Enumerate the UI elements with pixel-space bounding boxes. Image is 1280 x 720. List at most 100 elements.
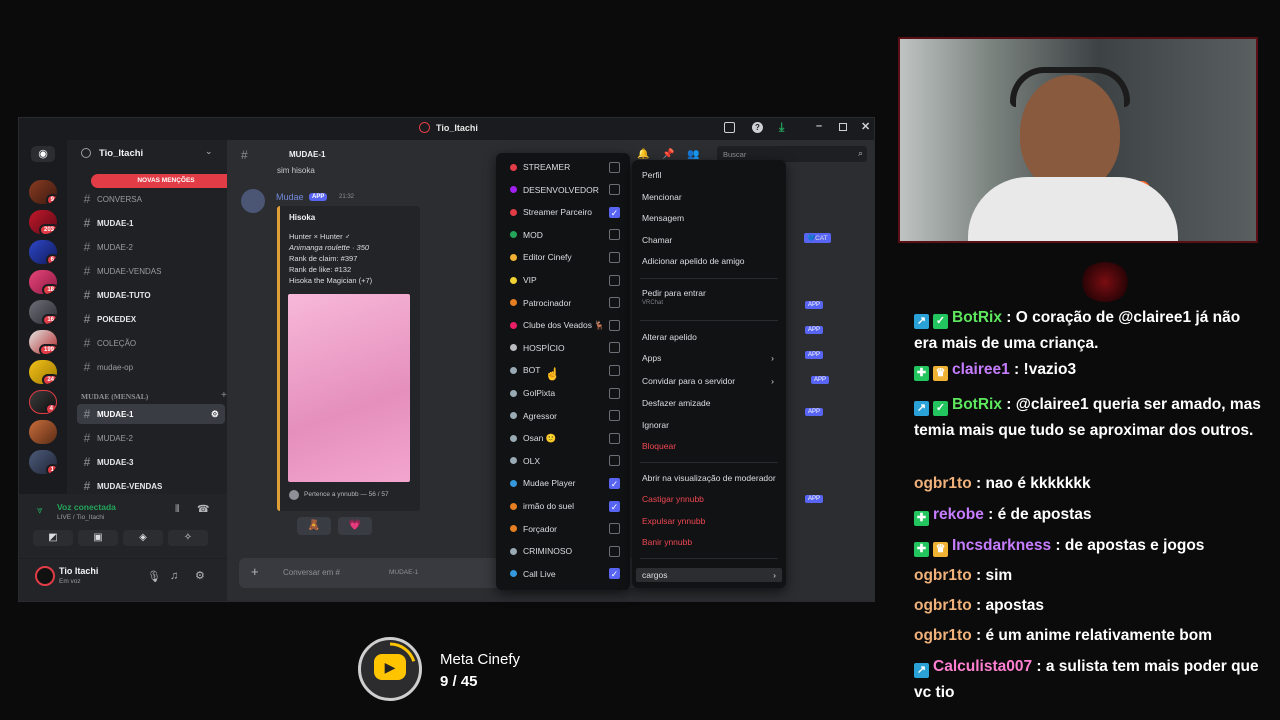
role-item[interactable]: Clube dos Veados 🦌 bbox=[510, 316, 622, 334]
guild-icon[interactable]: 18 bbox=[29, 270, 57, 294]
activity-icon[interactable]: ◈ bbox=[123, 530, 163, 546]
add-attachment-icon[interactable]: + bbox=[251, 564, 259, 579]
role-checkbox[interactable] bbox=[609, 184, 620, 196]
message-author[interactable]: Mudae bbox=[276, 192, 304, 202]
download-icon[interactable]: ⤓ bbox=[779, 120, 784, 135]
role-item[interactable]: Osan 🙂 bbox=[510, 429, 622, 447]
menu-item-change-nickname[interactable]: Alterar apelido bbox=[642, 332, 778, 342]
role-checkbox[interactable] bbox=[609, 432, 620, 444]
channel-item[interactable]: # CONVERSA bbox=[77, 189, 225, 209]
channel-item[interactable]: # MUDAE-2 bbox=[77, 428, 225, 448]
role-checkbox[interactable] bbox=[609, 523, 620, 535]
role-checkbox[interactable] bbox=[609, 387, 620, 399]
menu-item-unfriend[interactable]: Desfazer amizade bbox=[642, 398, 778, 408]
discord-home-icon[interactable]: ◉ bbox=[31, 146, 55, 162]
menu-item-ban[interactable]: Banir ynnubb bbox=[642, 537, 778, 547]
chat-username[interactable]: Incsdarkness bbox=[952, 537, 1051, 554]
chat-username[interactable]: ogbr1to bbox=[914, 567, 972, 584]
menu-item-mention[interactable]: Mencionar bbox=[642, 192, 778, 202]
chat-username[interactable]: rekobe bbox=[933, 506, 984, 523]
role-checkbox[interactable]: ✓ bbox=[609, 500, 620, 512]
microphone-icon[interactable]: 🎙 bbox=[147, 570, 161, 583]
guild-icon[interactable]: 1 bbox=[29, 450, 57, 474]
close-icon[interactable]: ✕ bbox=[861, 120, 870, 133]
role-item[interactable]: OLX bbox=[510, 452, 622, 470]
role-checkbox[interactable] bbox=[609, 545, 620, 557]
minimize-icon[interactable]: – bbox=[816, 120, 822, 132]
role-checkbox[interactable] bbox=[609, 161, 620, 173]
role-item[interactable]: Streamer Parceiro ✓ bbox=[510, 203, 622, 221]
menu-item-block[interactable]: Bloquear bbox=[642, 441, 778, 451]
role-item[interactable]: Call Live ✓ bbox=[510, 565, 622, 583]
channel-item[interactable]: # mudae-op bbox=[77, 357, 225, 377]
role-checkbox[interactable] bbox=[609, 297, 620, 309]
menu-item-invite[interactable]: Convidar para o servidor › bbox=[642, 376, 778, 386]
role-checkbox[interactable] bbox=[609, 319, 620, 331]
channel-item[interactable]: # MUDAE-VENDAS bbox=[77, 476, 225, 496]
headphones-icon[interactable]: ♫ bbox=[170, 570, 178, 582]
role-item[interactable]: irmão do suel ✓ bbox=[510, 497, 622, 515]
role-checkbox[interactable] bbox=[609, 410, 620, 422]
camera-icon[interactable]: ◩ bbox=[33, 530, 73, 546]
menu-item-kick[interactable]: Expulsar ynnubb bbox=[642, 516, 778, 526]
guild-icon[interactable]: 203 bbox=[29, 210, 57, 234]
channel-item[interactable]: # COLEÇÃO bbox=[77, 333, 225, 353]
avatar[interactable] bbox=[241, 189, 265, 213]
role-item[interactable]: GolPixta bbox=[510, 384, 622, 402]
menu-item-roles[interactable]: cargos › bbox=[636, 568, 782, 582]
help-icon[interactable]: ? bbox=[752, 122, 763, 133]
guild-icon[interactable]: 4 bbox=[29, 390, 57, 414]
reaction-button[interactable]: 🧸 bbox=[297, 517, 331, 535]
channel-item[interactable]: # MUDAE-3 bbox=[77, 452, 225, 472]
role-item[interactable]: Patrocinador bbox=[510, 294, 622, 312]
notification-bell-icon[interactable]: 🔔 bbox=[637, 149, 649, 160]
guild-icon[interactable]: 6 bbox=[29, 240, 57, 264]
maximize-icon[interactable] bbox=[839, 123, 847, 131]
noise-suppression-icon[interactable]: ⦀ bbox=[175, 504, 179, 515]
channel-item[interactable]: # MUDAE-2 bbox=[77, 237, 225, 257]
role-item[interactable]: Mudae Player ✓ bbox=[510, 474, 622, 492]
role-checkbox[interactable] bbox=[609, 342, 620, 354]
role-checkbox[interactable] bbox=[609, 274, 620, 286]
role-checkbox[interactable] bbox=[609, 229, 620, 241]
menu-item-timeout[interactable]: Castigar ynnubb bbox=[642, 494, 778, 504]
chat-username[interactable]: BotRix bbox=[952, 396, 1002, 413]
menu-item-apps[interactable]: Apps › bbox=[642, 353, 778, 363]
guild-icon[interactable]: 199 bbox=[29, 330, 57, 354]
role-item[interactable]: CRIMINOSO bbox=[510, 542, 622, 560]
server-name[interactable]: Tio_Itachi bbox=[99, 148, 143, 159]
menu-item-profile[interactable]: Perfil bbox=[642, 170, 778, 180]
screen-share-icon[interactable]: ▣ bbox=[78, 530, 118, 546]
guild-icon[interactable]: 16 bbox=[29, 300, 57, 324]
category-header[interactable]: MUDAE (MENSAL) bbox=[81, 392, 148, 401]
guild-icon[interactable]: 9 bbox=[29, 180, 57, 204]
character-image[interactable] bbox=[288, 294, 410, 482]
role-item[interactable]: Forçador bbox=[510, 520, 622, 538]
chat-username[interactable]: ogbr1to bbox=[914, 475, 972, 492]
chat-username[interactable]: clairee1 bbox=[952, 361, 1010, 378]
role-item[interactable]: MOD bbox=[510, 226, 622, 244]
role-checkbox[interactable] bbox=[609, 364, 620, 376]
user-settings-gear-icon[interactable]: ⚙ bbox=[195, 569, 205, 582]
role-item[interactable]: VIP bbox=[510, 271, 622, 289]
role-checkbox[interactable] bbox=[609, 251, 620, 263]
role-checkbox[interactable]: ✓ bbox=[609, 477, 620, 489]
chat-username[interactable]: Calculista007 bbox=[933, 658, 1032, 675]
role-item[interactable]: STREAMER bbox=[510, 158, 622, 176]
disconnect-icon[interactable]: ☎ bbox=[197, 504, 209, 515]
role-item[interactable]: Editor Cinefy bbox=[510, 248, 622, 266]
role-checkbox[interactable]: ✓ bbox=[609, 206, 620, 218]
guild-icon[interactable] bbox=[29, 420, 57, 444]
channel-item[interactable]: # MUDAE-1 bbox=[77, 213, 225, 233]
voice-channel[interactable]: LIVE / Tio_Itachi bbox=[57, 514, 104, 521]
members-icon[interactable]: 👥 bbox=[687, 149, 699, 160]
menu-item-moderator-view[interactable]: Abrir na visualização de moderador bbox=[642, 473, 778, 483]
role-item[interactable]: DESENVOLVEDOR bbox=[510, 181, 622, 199]
channel-item[interactable]: # POKEDEX bbox=[77, 309, 225, 329]
new-mentions-pill[interactable]: NOVAS MENÇÕES bbox=[91, 174, 241, 188]
chat-username[interactable]: ogbr1to bbox=[914, 597, 972, 614]
pin-icon[interactable]: 📌 bbox=[662, 149, 674, 160]
gear-icon[interactable]: ⚙ bbox=[211, 409, 219, 420]
role-checkbox[interactable] bbox=[609, 455, 620, 467]
channel-item[interactable]: # MUDAE-TUTO bbox=[77, 285, 225, 305]
